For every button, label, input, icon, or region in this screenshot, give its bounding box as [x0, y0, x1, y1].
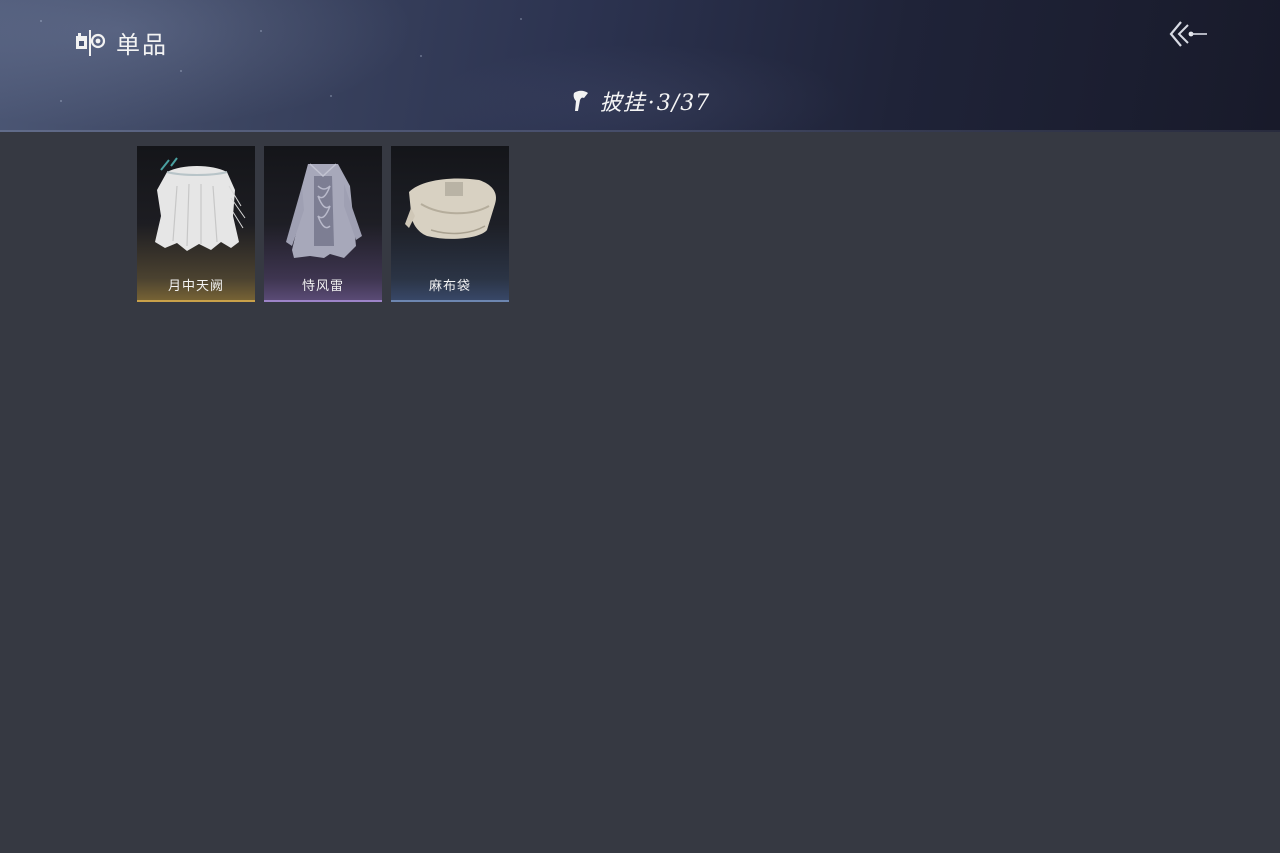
total-count: 37 [680, 91, 711, 116]
star-speck [260, 30, 262, 32]
category-label: 披挂·3/37 [600, 85, 710, 117]
star-speck [40, 20, 42, 22]
back-arrow-icon [1169, 21, 1207, 47]
rarity-bar [391, 300, 509, 302]
star-speck [420, 55, 422, 57]
header-divider [0, 130, 1280, 132]
category-heading: 披挂·3/37 [0, 84, 1280, 118]
item-card[interactable]: 麻布袋 [391, 146, 509, 302]
collection-page: 单品 披挂·3/37 月中天阙 恃风雷 麻布袋 [0, 0, 1280, 853]
header-banner: 单品 披挂·3/37 [0, 0, 1280, 132]
section-label: 单品 [116, 30, 168, 59]
rarity-bar [264, 300, 382, 302]
patterned-robe-icon [286, 163, 362, 258]
rarity-bar [137, 300, 255, 302]
item-name: 麻布袋 [428, 279, 471, 294]
star-speck [520, 18, 522, 20]
section-title: 单品 [74, 24, 168, 60]
count-slash: / [671, 91, 681, 116]
white-feather-cape-icon [155, 157, 246, 251]
item-card[interactable]: 恃风雷 [264, 146, 382, 302]
item-card[interactable]: 月中天阙 [137, 146, 255, 302]
category-separator: · [647, 91, 655, 116]
item-name: 月中天阙 [167, 279, 224, 294]
back-button[interactable] [1164, 16, 1212, 52]
category-name: 披挂 [599, 91, 646, 116]
cape-icon [573, 90, 588, 111]
single-item-icon [76, 30, 106, 56]
linen-sack-icon [405, 178, 497, 239]
owned-count: 3 [656, 91, 672, 116]
item-grid: 月中天阙 恃风雷 麻布袋 [137, 146, 509, 302]
star-speck [180, 70, 182, 72]
item-name: 恃风雷 [301, 279, 344, 294]
